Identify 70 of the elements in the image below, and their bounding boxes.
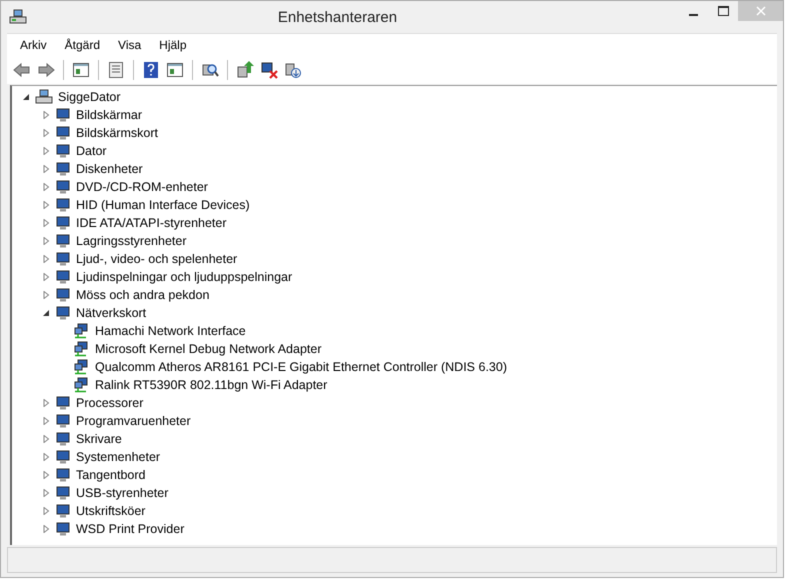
- network-adapter-icon: [74, 323, 90, 339]
- back-arrow-icon: [13, 61, 31, 79]
- network-adapter-icon: [74, 341, 90, 357]
- tree-item[interactable]: Bildskärmar: [76, 108, 142, 122]
- tree-item[interactable]: Bildskärmskort: [76, 126, 158, 140]
- network-adapter-icon: [74, 377, 90, 393]
- network-adapter-icon: [74, 359, 90, 375]
- menu-item[interactable]: Hjälp: [150, 38, 196, 52]
- device-icon: [55, 521, 71, 537]
- device-icon: [55, 251, 71, 267]
- device-icon: [55, 197, 71, 213]
- expander-icon[interactable]: [42, 309, 50, 317]
- minimize-icon: [688, 14, 698, 16]
- tree-item[interactable]: Lagringsstyrenheter: [76, 234, 186, 248]
- tree-item[interactable]: Möss och andra pekdon: [76, 288, 210, 302]
- menu-item[interactable]: Arkiv: [11, 38, 56, 52]
- tree-item[interactable]: DVD-/CD-ROM-enheter: [76, 180, 208, 194]
- device-icon: [55, 233, 71, 249]
- maximize-icon: [718, 6, 728, 16]
- device-icon: [55, 179, 71, 195]
- tree-item[interactable]: Utskriftsköer: [76, 504, 146, 518]
- tree-item[interactable]: Ralink RT5390R 802.11bgn Wi-Fi Adapter: [95, 378, 328, 392]
- panel-icon: [166, 61, 184, 79]
- help-icon: [142, 61, 160, 79]
- tree-item[interactable]: Diskenheter: [76, 162, 143, 176]
- expander-icon[interactable]: [22, 93, 30, 101]
- tree-item[interactable]: IDE ATA/ATAPI-styrenheter: [76, 216, 227, 230]
- tree-item[interactable]: Programvaruenheter: [76, 414, 191, 428]
- device-icon: [55, 431, 71, 447]
- tree-item[interactable]: Ljudinspelningar och ljuduppspelningar: [76, 270, 292, 284]
- device-icon: [55, 287, 71, 303]
- device-icon: [55, 161, 71, 177]
- device-icon: [55, 503, 71, 519]
- device-icon: [55, 485, 71, 501]
- properties-icon: [107, 61, 125, 79]
- tree-item[interactable]: WSD Print Provider: [76, 522, 184, 536]
- tree-item[interactable]: Microsoft Kernel Debug Network Adapter: [95, 342, 322, 356]
- tree-item[interactable]: Dator: [76, 144, 107, 158]
- device-icon: [55, 395, 71, 411]
- tree-item[interactable]: Skrivare: [76, 432, 122, 446]
- update-driver-icon: [236, 61, 254, 79]
- device-icon: [55, 449, 71, 465]
- tree-item[interactable]: USB-styrenheter: [76, 486, 168, 500]
- device-icon: [55, 125, 71, 141]
- device-icon: [55, 107, 71, 123]
- tree-item[interactable]: Systemenheter: [76, 450, 160, 464]
- uninstall-icon: [260, 61, 278, 79]
- device-icon: [55, 467, 71, 483]
- device-icon: [55, 305, 71, 321]
- computer-icon: [9, 9, 27, 25]
- close-icon: [756, 6, 766, 16]
- tree-item[interactable]: Tangentbord: [76, 468, 146, 482]
- computer-icon: [35, 89, 53, 105]
- device-icon: [55, 143, 71, 159]
- window-title: Enhetshanteraren: [276, 8, 398, 26]
- device-icon: [55, 215, 71, 231]
- menu-item[interactable]: Visa: [109, 38, 150, 52]
- device-icon: [55, 269, 71, 285]
- disable-icon: [284, 61, 302, 79]
- tree-item[interactable]: Processorer: [76, 396, 144, 410]
- tree-item[interactable]: Hamachi Network Interface: [95, 324, 246, 338]
- tree-item[interactable]: Ljud-, video- och spelenheter: [76, 252, 238, 266]
- tree-item[interactable]: HID (Human Interface Devices): [76, 198, 250, 212]
- menu-item[interactable]: Åtgärd: [56, 38, 110, 52]
- panel-icon: [72, 61, 90, 79]
- tree-item[interactable]: SiggeDator: [58, 90, 121, 104]
- tree-item[interactable]: Nätverkskort: [76, 306, 146, 320]
- tree-item[interactable]: Qualcomm Atheros AR8161 PCI-E Gigabit Ethernet Controller (NDIS 6.30): [95, 360, 507, 374]
- forward-arrow-icon: [37, 61, 55, 79]
- device-icon: [55, 413, 71, 429]
